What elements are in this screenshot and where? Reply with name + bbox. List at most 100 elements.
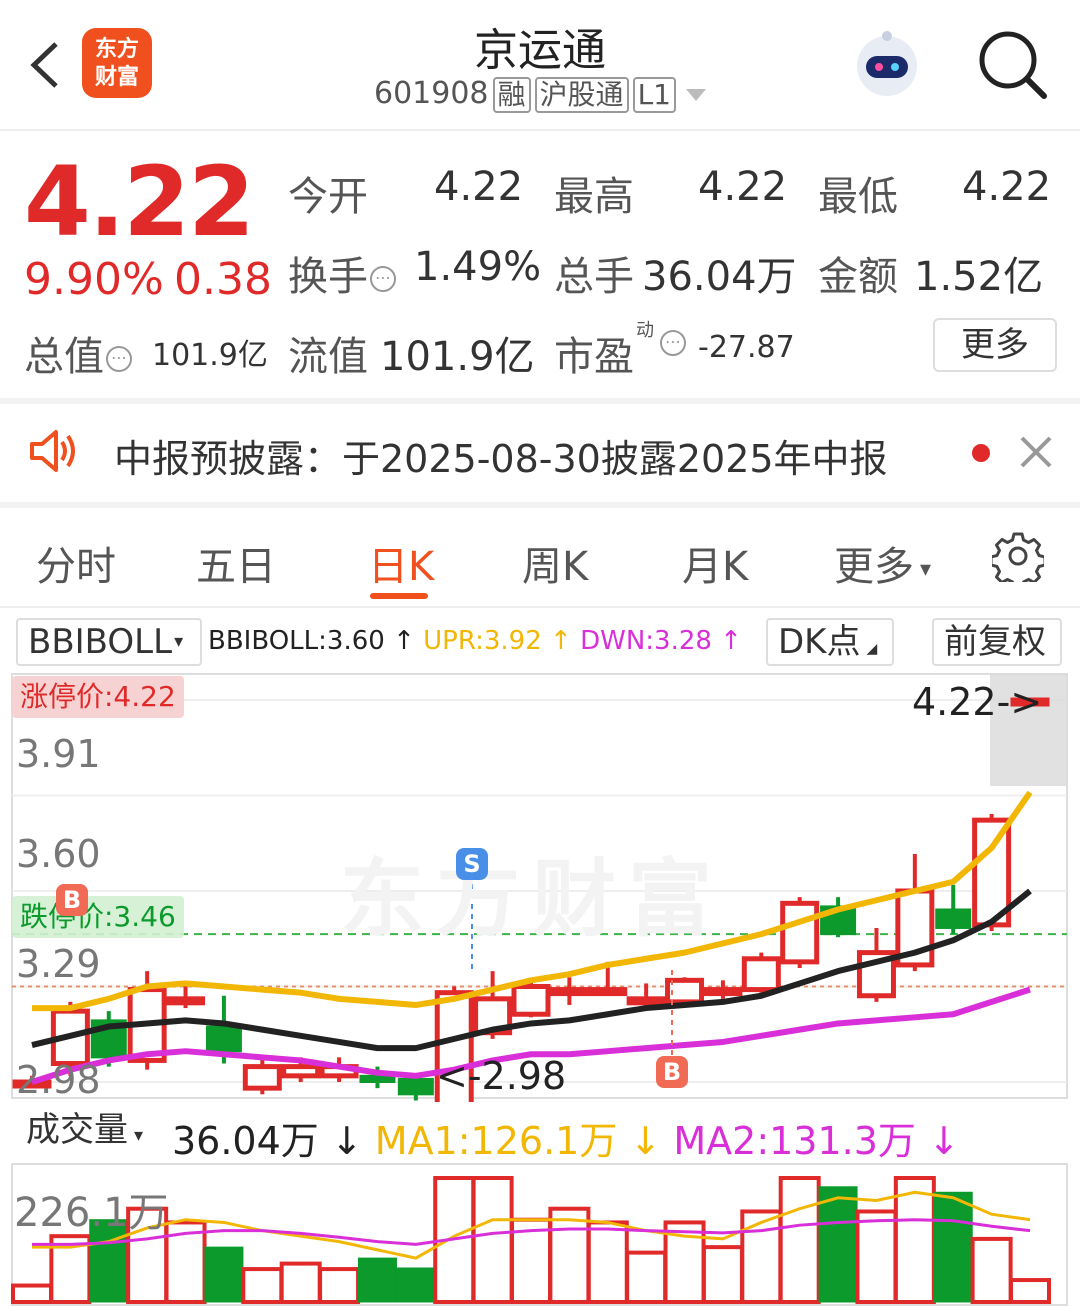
volume-bar — [970, 1236, 1013, 1304]
tab-daily-k[interactable]: 日K — [368, 534, 434, 592]
volume-bar — [701, 1245, 744, 1304]
high-label: 最高 — [554, 174, 634, 220]
volume-bar — [318, 1267, 361, 1304]
mktcap-label[interactable]: 总值 ⋯ — [24, 324, 132, 382]
speaker-icon — [28, 428, 80, 474]
pe-label: 市盈 — [554, 334, 634, 380]
volume-bar — [11, 1283, 53, 1305]
volume-label: 总手 — [554, 254, 634, 300]
amount-value: 1.52亿 — [914, 254, 1044, 300]
y-label-360: 3.60 — [16, 832, 101, 876]
y-label-298: 2.98 — [16, 1058, 101, 1102]
tab-more[interactable]: 更多 ▾ — [834, 534, 931, 592]
volume-bar — [471, 1176, 514, 1304]
volume-bar — [1009, 1278, 1051, 1305]
upr-value: UPR:3.92 — [423, 626, 542, 656]
divider — [0, 129, 1080, 131]
pe-value: -27.87 — [698, 330, 795, 365]
candle-body — [166, 996, 206, 1006]
active-tab-indicator — [370, 593, 428, 599]
candle-body — [588, 987, 628, 997]
info-icon[interactable]: ⋯ — [106, 346, 132, 372]
volume-ma1: MA1:126.1万 — [374, 1119, 618, 1163]
volume-bar — [818, 1186, 858, 1303]
candle-body — [780, 900, 820, 965]
candle-body — [281, 1064, 321, 1079]
buy-signal-badge[interactable]: B — [656, 1056, 688, 1088]
volume-bar — [548, 1206, 591, 1304]
amount-label: 金额 — [818, 254, 898, 300]
volume-bar — [625, 1250, 668, 1304]
volume-bar — [204, 1246, 244, 1303]
volume-bar — [357, 1257, 397, 1303]
tab-weekly-k[interactable]: 周K — [522, 534, 588, 592]
last-price-marker: 4.22-> — [912, 680, 1043, 724]
low-value: 4.22 — [962, 164, 1052, 210]
indicator-select[interactable]: BBIBOLL ▾ — [16, 618, 202, 666]
candle-body — [242, 1064, 282, 1091]
low-label: 最低 — [818, 174, 898, 220]
y-label-391: 3.91 — [16, 732, 101, 776]
y-label-329: 3.29 — [16, 942, 101, 986]
tab-intraday[interactable]: 分时 — [36, 534, 116, 592]
open-value: 4.22 — [434, 164, 524, 210]
volume-current: 36.04万 — [172, 1119, 319, 1163]
candle-body — [397, 1077, 434, 1096]
tab-monthly-k[interactable]: 月K — [682, 534, 748, 592]
notice-text[interactable]: 中报预披露：于2025-08-30披露2025年中报 — [114, 428, 888, 483]
volume-bar — [586, 1220, 629, 1305]
more-quote-button[interactable]: 更多 — [933, 318, 1057, 372]
info-icon[interactable]: ⋯ — [658, 330, 686, 356]
turnover-label[interactable]: 换手 ⋯ — [288, 244, 396, 302]
change-percent: 9.90% — [24, 254, 164, 305]
volume-bar — [396, 1267, 436, 1303]
turnover-value: 1.49% — [414, 244, 542, 290]
adjust-price-button[interactable]: 前复权 — [932, 618, 1062, 666]
watermark: 东方财富 — [340, 850, 725, 948]
sell-signal-badge[interactable]: S — [456, 848, 488, 880]
volume-max-label: 226.1万 — [14, 1190, 169, 1236]
buy-signal-badge[interactable]: B — [56, 884, 88, 916]
tag-level: L1 — [632, 76, 676, 113]
tab-five-day[interactable]: 五日 — [196, 534, 276, 592]
close-icon[interactable] — [1016, 432, 1056, 472]
chevron-down-icon[interactable] — [685, 88, 706, 101]
candle-body — [626, 996, 666, 1006]
limit-up-tag: 涨停价:4.22 — [12, 676, 184, 718]
search-icon[interactable] — [976, 28, 1048, 100]
divider — [0, 606, 1080, 608]
volume-ma2: MA2:131.3万 — [673, 1119, 916, 1163]
low-price-marker: <-2.98 — [436, 1054, 567, 1098]
volume-bar — [778, 1176, 821, 1304]
candle-body — [205, 1025, 242, 1053]
unread-dot — [972, 444, 990, 462]
open-label: 今开 — [288, 174, 368, 220]
section-gap — [0, 502, 1080, 508]
tag-margin: 融 — [492, 76, 531, 113]
volume-bar — [241, 1267, 284, 1304]
volume-bar — [933, 1191, 973, 1303]
volume-bar — [740, 1209, 783, 1304]
candle-body — [935, 908, 972, 929]
info-icon[interactable]: ⋯ — [370, 266, 396, 292]
change-amount: 0.38 — [174, 254, 272, 305]
current-price: 4.22 — [24, 146, 255, 258]
volume-bar — [279, 1261, 322, 1304]
caret-down-icon: ▾ — [920, 556, 932, 582]
candle-body — [703, 987, 743, 997]
mktcap-value: 101.9亿 — [152, 338, 268, 373]
volume-indicator-select[interactable]: 成交量 ▾ — [16, 1108, 166, 1156]
section-gap — [0, 398, 1080, 404]
dk-point-button[interactable]: DK点 ◢ — [766, 618, 894, 666]
dwn-value: DWN:3.28 — [580, 626, 712, 656]
pe-dynamic-sup: 动 — [636, 320, 654, 341]
candle-body — [549, 987, 589, 997]
robot-assistant-icon[interactable] — [846, 22, 928, 104]
float-value: 101.9亿 — [380, 334, 535, 380]
candle-body — [741, 956, 781, 993]
stock-code: 601908 — [374, 76, 489, 111]
volume-bar — [855, 1209, 898, 1304]
volume-values: 36.04万 ↓ MA1:126.1万 ↓ MA2:131.3万 ↓ — [172, 1119, 960, 1163]
candle-body — [511, 984, 551, 1017]
gear-icon[interactable] — [989, 530, 1047, 590]
